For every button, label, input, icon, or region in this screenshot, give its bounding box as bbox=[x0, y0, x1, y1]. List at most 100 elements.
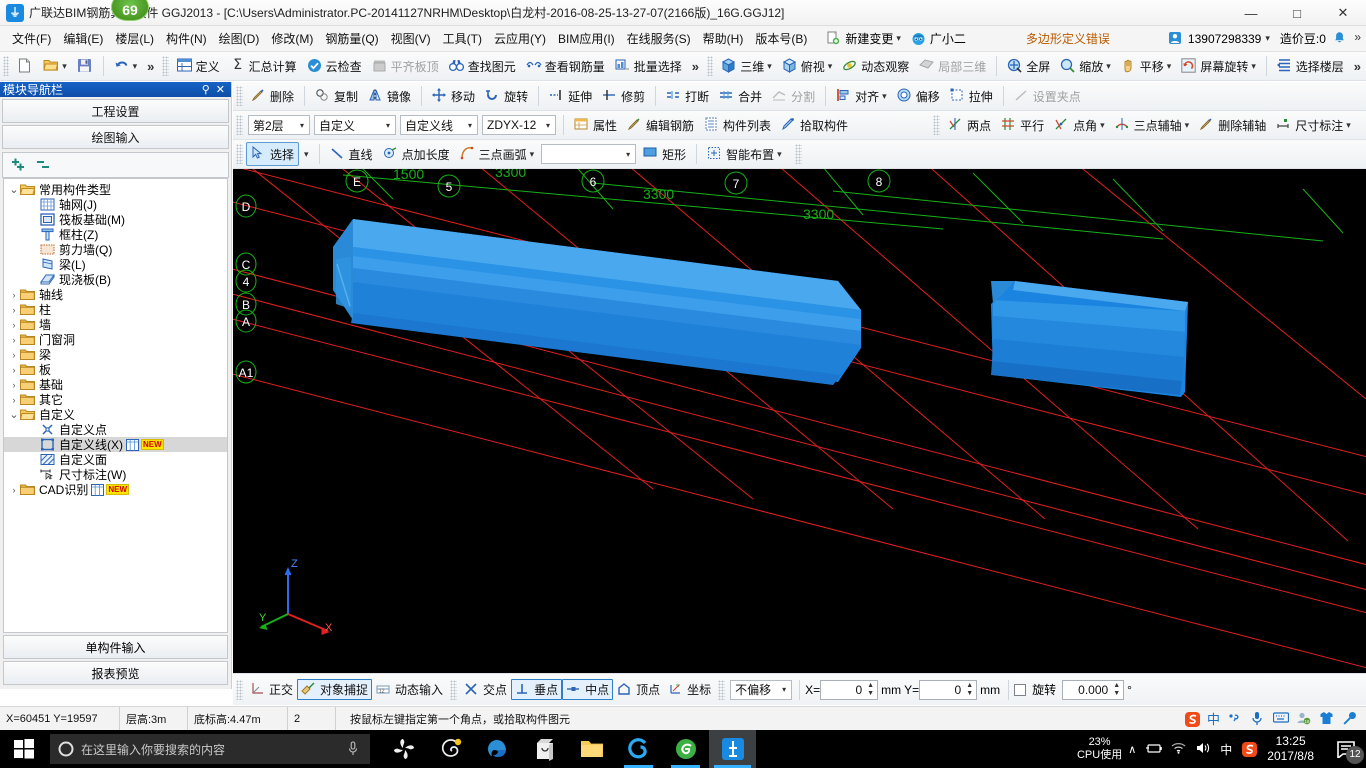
merge-button[interactable]: 合并 bbox=[714, 84, 767, 108]
align-chevron-down-icon[interactable]: ▾ bbox=[882, 91, 887, 102]
menu-tools[interactable]: 工具(T) bbox=[437, 28, 488, 49]
tree-expander[interactable]: › bbox=[8, 335, 20, 345]
smart-layout-chevron-down-icon[interactable]: ▾ bbox=[777, 149, 782, 160]
smart-layout-button[interactable]: 智能布置 ▾ bbox=[702, 142, 787, 166]
drawing-canvas[interactable]: E 5 6 7 8 1500 3300 3300 3300 D C 4 B A … bbox=[233, 169, 1366, 673]
assistant-button[interactable]: 广小二 bbox=[906, 29, 971, 48]
pick-member-button[interactable]: 拾取构件 bbox=[776, 113, 853, 137]
tree-item[interactable]: 自定义点 bbox=[4, 422, 227, 437]
category-select[interactable]: 自定义 ▾ bbox=[314, 115, 396, 135]
screen-rotate-chevron-down-icon[interactable]: ▾ bbox=[1251, 61, 1256, 72]
intersection-snap-toggle[interactable]: 交点 bbox=[460, 679, 511, 700]
cloud-check-button[interactable]: 云检查 bbox=[302, 54, 367, 78]
dimension-chevron-down-icon[interactable]: ▾ bbox=[1346, 120, 1351, 131]
set-grip-button[interactable]: 设置夹点 bbox=[1009, 84, 1086, 108]
tab-project-settings[interactable]: 工程设置 bbox=[2, 99, 229, 123]
toolbar1-overflow-3-icon[interactable]: » bbox=[1349, 59, 1366, 74]
minimize-button[interactable]: — bbox=[1228, 0, 1274, 26]
punctuation-icon[interactable] bbox=[1227, 711, 1243, 727]
view-rebar-button[interactable]: 查看钢筋量 bbox=[521, 54, 610, 78]
maximize-button[interactable]: □ bbox=[1274, 0, 1320, 26]
menu-cloud[interactable]: 云应用(Y) bbox=[488, 28, 552, 49]
tree-expander[interactable]: › bbox=[8, 380, 20, 390]
toolbar-grip[interactable] bbox=[3, 56, 10, 76]
tree-expander[interactable]: › bbox=[8, 485, 20, 495]
dynamic-input-toggle[interactable]: 12 动态输入 bbox=[372, 679, 447, 700]
view-3d-chevron-down-icon[interactable]: ▾ bbox=[767, 61, 772, 72]
snap-grip[interactable] bbox=[236, 679, 243, 700]
rotate-input[interactable]: 0.000 ▲ ▼ bbox=[1062, 679, 1125, 700]
draw-toolbar-grip[interactable] bbox=[236, 144, 243, 164]
tree-item[interactable]: › 门窗洞 bbox=[4, 332, 227, 347]
account-chevron-down-icon[interactable]: ▾ bbox=[1265, 33, 1270, 44]
glodon-ggj-icon[interactable] bbox=[709, 730, 756, 768]
app-green-e-icon[interactable] bbox=[662, 730, 709, 768]
tree-item[interactable]: › 墙 bbox=[4, 317, 227, 332]
point-angle-axis-button[interactable]: 点角 ▾ bbox=[1049, 113, 1110, 137]
battery-icon[interactable] bbox=[1145, 741, 1163, 757]
three-point-arc-button[interactable]: 三点画弧 ▾ bbox=[455, 142, 540, 166]
keyboard-icon[interactable] bbox=[1273, 711, 1289, 727]
tree-item[interactable]: 轴网(J) bbox=[4, 197, 227, 212]
pan-chevron-down-icon[interactable]: ▾ bbox=[1167, 61, 1172, 72]
tree-item[interactable]: ⌄ 自定义 bbox=[4, 407, 227, 422]
panel-close-icon[interactable]: ✕ bbox=[213, 83, 228, 96]
align-slab-top-button[interactable]: 平齐板顶 bbox=[367, 54, 444, 78]
tree-item[interactable]: ⌄ 常用构件类型 bbox=[4, 182, 227, 197]
align-button[interactable]: 对齐 ▾ bbox=[831, 84, 892, 108]
taskbar-clock[interactable]: 13:25 2017/8/8 bbox=[1267, 734, 1314, 764]
offset-mode-chevron-down-icon[interactable]: ▾ bbox=[779, 685, 789, 694]
tree-item[interactable]: › 其它 bbox=[4, 392, 227, 407]
local-3d-button[interactable]: 局部三维 bbox=[914, 54, 991, 78]
tree-expander[interactable]: ⌄ bbox=[8, 183, 20, 196]
menu-bim[interactable]: BIM应用(I) bbox=[552, 28, 621, 49]
tree-item[interactable]: 自定义线(X) NEW bbox=[4, 437, 227, 452]
ime-mode-label[interactable]: 中 bbox=[1207, 709, 1220, 728]
object-snap-toggle[interactable]: 对象捕捉 bbox=[297, 679, 373, 700]
top-view-chevron-down-icon[interactable]: ▾ bbox=[828, 61, 833, 72]
trim-button[interactable]: 修剪 bbox=[597, 84, 650, 108]
summary-calc-button[interactable]: Σ 汇总计算 bbox=[225, 54, 302, 78]
collapse-all-icon[interactable] bbox=[34, 157, 50, 173]
line-tool-button[interactable]: 直线 bbox=[325, 142, 378, 166]
modify-toolbar-grip[interactable] bbox=[236, 86, 243, 106]
new-change-button[interactable]: 新建变更 ▾ bbox=[821, 29, 906, 48]
tree-item[interactable]: › CAD识别 NEW bbox=[4, 482, 227, 497]
category-chevron-down-icon[interactable]: ▾ bbox=[383, 121, 393, 130]
stretch-button[interactable]: 拉伸 bbox=[945, 84, 998, 108]
toolbar-grip-2[interactable] bbox=[162, 56, 169, 76]
rotate-checkbox[interactable] bbox=[1014, 683, 1027, 696]
floor-chevron-down-icon[interactable]: ▾ bbox=[297, 121, 307, 130]
taskbar-ime-label[interactable]: 中 bbox=[1220, 741, 1232, 758]
rectangle-tool-button[interactable]: 矩形 bbox=[638, 142, 691, 166]
edge-browser-icon[interactable] bbox=[474, 730, 521, 768]
menu-view[interactable]: 视图(V) bbox=[385, 28, 437, 49]
point-angle-chevron-down-icon[interactable]: ▾ bbox=[1100, 120, 1105, 131]
app-fan-icon[interactable] bbox=[380, 730, 427, 768]
open-chevron-down-icon[interactable]: ▾ bbox=[62, 61, 67, 72]
tree-expander[interactable]: › bbox=[8, 365, 20, 375]
sogou-icon[interactable] bbox=[1184, 711, 1200, 727]
tree-item[interactable]: › 板 bbox=[4, 362, 227, 377]
edit-rebar-button[interactable]: 编辑钢筋 bbox=[622, 113, 699, 137]
menu-online-service[interactable]: 在线服务(S) bbox=[621, 28, 697, 49]
pan-button[interactable]: 平移 ▾ bbox=[1116, 54, 1177, 78]
expand-all-icon[interactable] bbox=[9, 157, 25, 173]
tree-expander[interactable]: ⌄ bbox=[8, 408, 20, 421]
member-chevron-down-icon[interactable]: ▾ bbox=[543, 121, 553, 130]
model-viewport[interactable]: E 5 6 7 8 1500 3300 3300 3300 D C 4 B A … bbox=[233, 169, 1366, 673]
type-select[interactable]: 自定义线 ▾ bbox=[400, 115, 478, 135]
menu-version[interactable]: 版本号(B) bbox=[749, 28, 813, 49]
sogou-icon[interactable] bbox=[1241, 741, 1258, 757]
menu-edit[interactable]: 编辑(E) bbox=[57, 28, 109, 49]
draw-mode-chevron-down-icon[interactable]: ▾ bbox=[623, 150, 633, 159]
point-length-tool-button[interactable]: 点加长度 bbox=[378, 142, 455, 166]
microsoft-store-icon[interactable] bbox=[521, 730, 568, 768]
action-center-button[interactable]: 12 bbox=[1326, 730, 1366, 768]
tree-item[interactable]: 梁(L) bbox=[4, 257, 227, 272]
parallel-axis-button[interactable]: 平行 bbox=[996, 113, 1049, 137]
user-16-icon[interactable]: 16 bbox=[1296, 711, 1312, 727]
toolbar-grip-3[interactable] bbox=[706, 56, 714, 76]
undo-chevron-down-icon[interactable]: ▾ bbox=[133, 61, 138, 72]
mirror-button[interactable]: 镜像 bbox=[363, 84, 416, 108]
